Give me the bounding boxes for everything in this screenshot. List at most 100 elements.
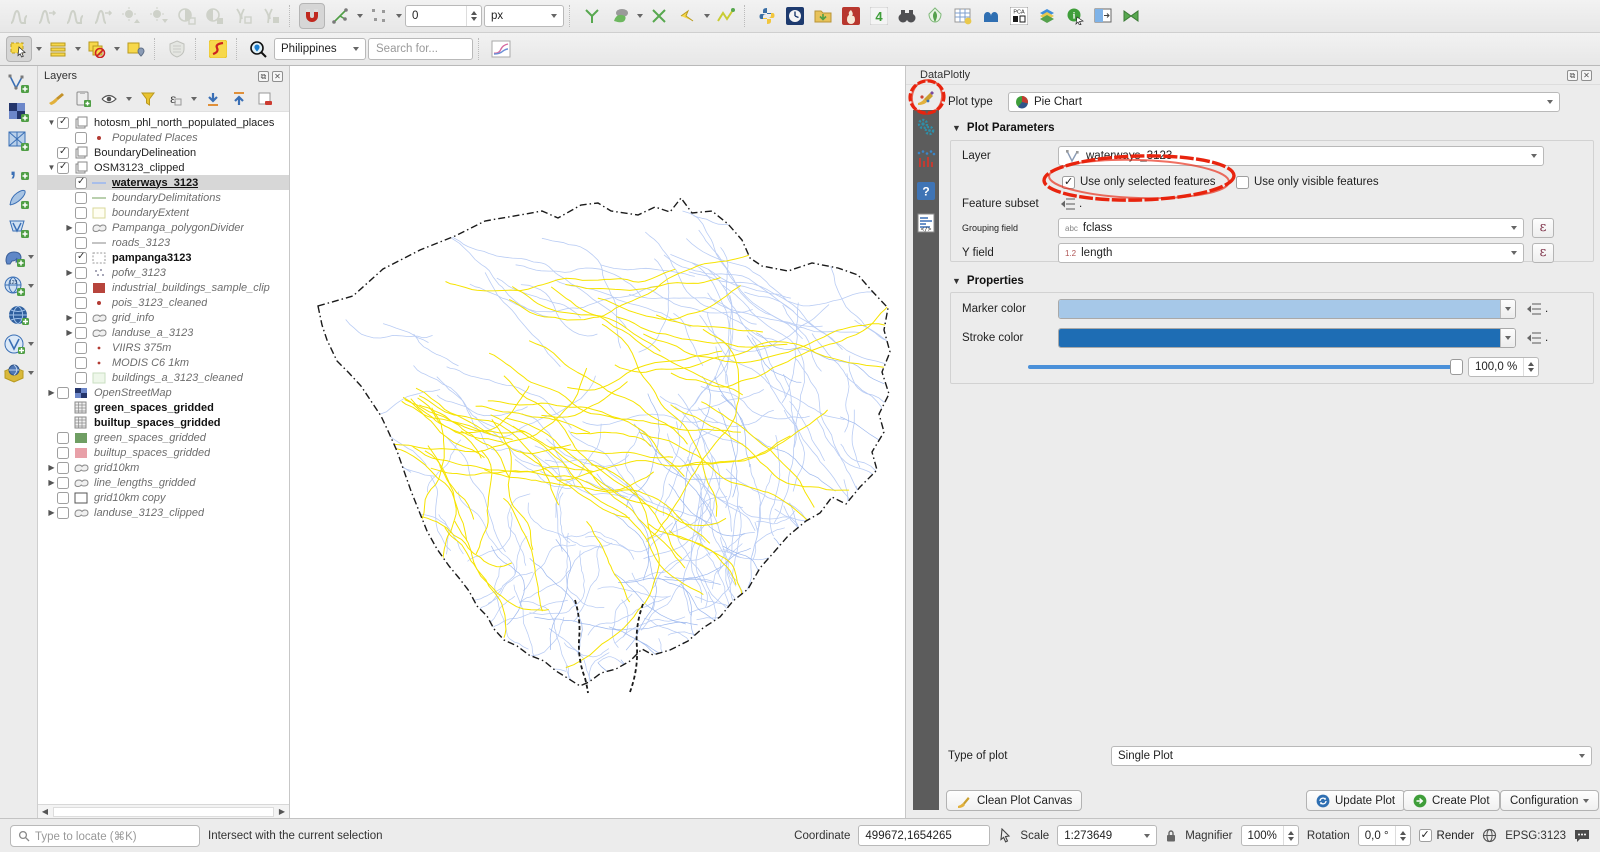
- layer-stack-plugin-button[interactable]: [1034, 3, 1060, 29]
- clean-plot-canvas-button[interactable]: Clean Plot Canvas: [946, 790, 1082, 811]
- expander-closed-icon[interactable]: ▶: [64, 328, 75, 337]
- select-by-location-button[interactable]: [123, 36, 149, 62]
- layer-row[interactable]: roads_3123: [38, 235, 289, 250]
- log-messages-icon[interactable]: [1574, 829, 1590, 843]
- layer-row[interactable]: builtup_spaces_gridded: [38, 445, 289, 460]
- layer-visibility-checkbox[interactable]: [75, 192, 87, 204]
- add-postgis-button[interactable]: [3, 246, 34, 268]
- snap-tolerance-spinbox[interactable]: 0: [405, 5, 482, 27]
- layer-row[interactable]: green_spaces_gridded: [38, 400, 289, 415]
- clock-plugin-button[interactable]: [782, 3, 808, 29]
- layer-visibility-checkbox[interactable]: [75, 177, 87, 189]
- layer-row[interactable]: pois_3123_cleaned: [38, 295, 289, 310]
- coordinate-input[interactable]: 499672,1654265: [858, 825, 990, 846]
- geocoder-scope-combo[interactable]: Philippines: [274, 38, 366, 60]
- vertex-tool-button[interactable]: [646, 3, 672, 29]
- layer-row[interactable]: ▶line_lengths_gridded: [38, 475, 289, 490]
- extent-tracking-icon[interactable]: [998, 828, 1012, 844]
- code-tab-button[interactable]: </>: [915, 212, 937, 234]
- layer-visibility-checkbox[interactable]: [75, 342, 87, 354]
- add-spatialite-button[interactable]: [7, 188, 31, 210]
- layer-visibility-checkbox[interactable]: [75, 372, 87, 384]
- stroke-color-expression-button[interactable]: .: [1526, 331, 1548, 345]
- marker-color-expression-button[interactable]: .: [1526, 302, 1548, 316]
- layer-row[interactable]: Populated Places: [38, 130, 289, 145]
- stroke-color-button[interactable]: [1058, 328, 1516, 348]
- layer-row[interactable]: waterways_3123: [38, 175, 289, 190]
- pca-plugin-button[interactable]: PCA: [1006, 3, 1032, 29]
- feature-subset-expression-button[interactable]: .: [1060, 197, 1082, 211]
- add-vector-layer-button[interactable]: [7, 72, 31, 94]
- layer-row[interactable]: BoundaryDelineation: [38, 145, 289, 160]
- layer-visibility-checkbox[interactable]: [57, 147, 69, 159]
- layer-row[interactable]: industrial_buildings_sample_clip: [38, 280, 289, 295]
- expander-open-icon[interactable]: ▼: [46, 118, 57, 127]
- layer-visibility-checkbox[interactable]: [75, 237, 87, 249]
- layers-float-button[interactable]: ⧉: [258, 71, 269, 82]
- snap-intersection-button-dropdown[interactable]: [394, 3, 403, 29]
- map-canvas[interactable]: [290, 66, 905, 818]
- add-wms-button[interactable]: [7, 304, 31, 326]
- digitize-segment-button-dropdown[interactable]: [635, 3, 644, 29]
- select-features-button[interactable]: [6, 36, 32, 62]
- expander-closed-icon[interactable]: ▶: [46, 388, 57, 397]
- layer-visibility-checkbox[interactable]: [57, 117, 69, 129]
- layer-visibility-checkbox[interactable]: [57, 432, 69, 444]
- y-field-combo[interactable]: 1.2 length: [1058, 243, 1524, 263]
- layer-row[interactable]: MODIS C6 1km: [38, 355, 289, 370]
- layer-visibility-checkbox[interactable]: [75, 132, 87, 144]
- expander-closed-icon[interactable]: ▶: [64, 268, 75, 277]
- layer-visibility-checkbox[interactable]: [75, 327, 87, 339]
- dataplotly-float-button[interactable]: ⧉: [1567, 70, 1578, 81]
- select-by-value-button-dropdown[interactable]: [73, 36, 82, 62]
- topological-editing-button[interactable]: [327, 3, 353, 29]
- layer-row[interactable]: pampanga3123: [38, 250, 289, 265]
- layer-row[interactable]: ▶OpenStreetMap: [38, 385, 289, 400]
- node-tool-button-dropdown[interactable]: [702, 3, 711, 29]
- yfield-expression-button[interactable]: ε: [1532, 243, 1554, 263]
- marker-color-button[interactable]: [1058, 299, 1516, 319]
- layer-visibility-checkbox[interactable]: [57, 507, 69, 519]
- settings-tab-button[interactable]: [915, 116, 937, 138]
- layer-visibility-checkbox[interactable]: [57, 477, 69, 489]
- expander-closed-icon[interactable]: ▶: [46, 478, 57, 487]
- geocoder-search-input[interactable]: Search for...: [368, 38, 473, 60]
- configuration-button[interactable]: Configuration: [1500, 790, 1599, 811]
- layer-row[interactable]: ▶Pampanga_polygonDivider: [38, 220, 289, 235]
- layer-visibility-checkbox[interactable]: [75, 357, 87, 369]
- node-tool-button[interactable]: [674, 3, 700, 29]
- layer-row[interactable]: ▼OSM3123_clipped: [38, 160, 289, 175]
- lock-icon[interactable]: [1165, 829, 1177, 843]
- dataplotly-toolbar-button[interactable]: [488, 36, 514, 62]
- grouping-expression-button[interactable]: ε: [1532, 218, 1554, 238]
- select-features-button-dropdown[interactable]: [34, 36, 43, 62]
- plot-parameters-header[interactable]: ▼Plot Parameters: [952, 122, 1055, 134]
- layer-row[interactable]: builtup_spaces_gridded: [38, 415, 289, 430]
- expander-closed-icon[interactable]: ▶: [64, 223, 75, 232]
- layer-visibility-checkbox[interactable]: [75, 312, 87, 324]
- add-delimited-text-button[interactable]: ,: [7, 159, 31, 181]
- red-plugin-button[interactable]: [838, 3, 864, 29]
- scale-combo[interactable]: 1:273649: [1057, 825, 1157, 846]
- layer-row[interactable]: ▼hotosm_phl_north_populated_places: [38, 115, 289, 130]
- plot-type-combo[interactable]: Pie Chart: [1008, 92, 1560, 112]
- select-by-value-button[interactable]: [45, 36, 71, 62]
- collapse-all-button[interactable]: [228, 88, 250, 110]
- opacity-slider[interactable]: [1028, 365, 1458, 369]
- add-geopackage-button[interactable]: [3, 362, 34, 384]
- layers-horizontal-scrollbar[interactable]: ◀ ▶: [38, 804, 289, 818]
- snap-units-combo[interactable]: px: [484, 5, 564, 27]
- layer-row[interactable]: ▶grid10km: [38, 460, 289, 475]
- locator-search-input[interactable]: Type to locate (⌘K): [10, 825, 200, 847]
- layer-row[interactable]: green_spaces_gridded: [38, 430, 289, 445]
- scroll-right-icon[interactable]: ▶: [275, 807, 289, 816]
- snapping-toggle-button[interactable]: [299, 3, 325, 29]
- add-vectortile-button[interactable]: [7, 217, 31, 239]
- layer-row[interactable]: boundaryExtent: [38, 205, 289, 220]
- opacity-slider-handle[interactable]: [1450, 359, 1463, 375]
- osm-route-plugin-button[interactable]: [205, 36, 231, 62]
- layer-visibility-checkbox[interactable]: [75, 282, 87, 294]
- grouping-field-combo[interactable]: abc fclass: [1058, 218, 1524, 238]
- deselect-features-button[interactable]: [84, 36, 110, 62]
- add-vector-service-button[interactable]: [3, 333, 34, 355]
